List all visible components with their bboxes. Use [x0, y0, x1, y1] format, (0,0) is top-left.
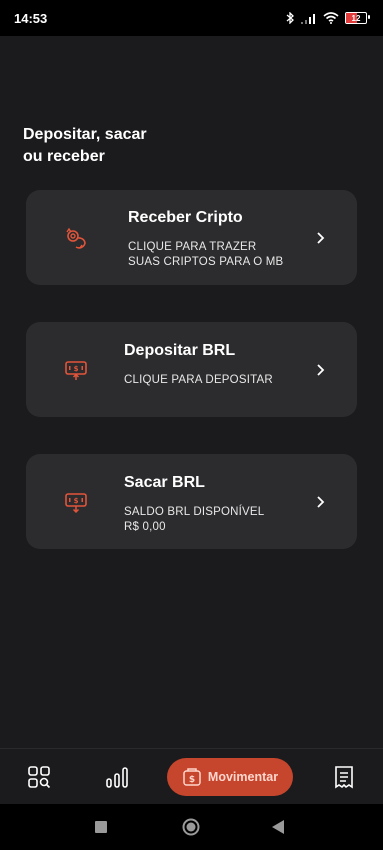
page-title: Depositar, sacar ou receber [23, 126, 147, 165]
movimentar-button[interactable]: $ Movimentar [167, 758, 293, 796]
bottom-nav: $ Movimentar [0, 748, 383, 805]
movimentar-label: Movimentar [207, 770, 279, 784]
card-description-line1: CLIQUE PARA TRAZER [128, 241, 257, 253]
card-title: Depositar BRL [124, 342, 236, 359]
deposit-brl-icon: $ [65, 361, 87, 380]
withdraw-brl-card[interactable]: $ Sacar BRL SALDO BRL DISPONÍVEL R$ 0,00 [26, 454, 357, 549]
svg-text:$: $ [74, 497, 79, 505]
card-description-line2: R$ 0,00 [124, 521, 166, 533]
card-description-line1: SALDO BRL DISPONÍVEL [124, 506, 265, 518]
recents-icon[interactable] [95, 821, 107, 833]
svg-text:$: $ [189, 775, 195, 785]
back-icon[interactable] [272, 820, 285, 834]
receive-crypto-card[interactable]: Receber Cripto CLIQUE PARA TRAZER SUAS C… [26, 190, 357, 285]
battery-level: 12 [351, 13, 361, 23]
system-icons: 12 [286, 12, 370, 24]
chart-bars-icon[interactable] [105, 765, 129, 789]
status-time: 14:53 [14, 10, 48, 26]
card-description-line2: SUAS CRIPTOS PARA O MB [128, 256, 284, 268]
chevron-right-icon [317, 364, 325, 376]
battery-icon: 12 [345, 12, 370, 24]
system-nav-bar [0, 804, 383, 850]
deposit-brl-card[interactable]: $ Depositar BRL CLIQUE PARA DEPOSITAR [26, 322, 357, 417]
chevron-right-icon [317, 232, 325, 244]
card-title: Sacar BRL [124, 474, 205, 491]
crypto-receive-icon [66, 227, 86, 249]
wallet-dollar-icon: $ [183, 768, 201, 786]
chevron-right-icon [317, 496, 325, 508]
receipt-icon[interactable] [332, 765, 356, 789]
svg-text:$: $ [74, 365, 79, 373]
wifi-icon [323, 12, 339, 24]
card-description-line1: CLIQUE PARA DEPOSITAR [124, 374, 273, 386]
signal-icon [301, 13, 315, 24]
status-bar: 14:53 12 [0, 0, 383, 36]
withdraw-brl-icon: $ [65, 493, 87, 514]
home-icon[interactable] [182, 818, 200, 836]
bluetooth-icon [286, 12, 294, 24]
card-title: Receber Cripto [128, 209, 243, 226]
apps-search-icon[interactable] [27, 765, 51, 789]
